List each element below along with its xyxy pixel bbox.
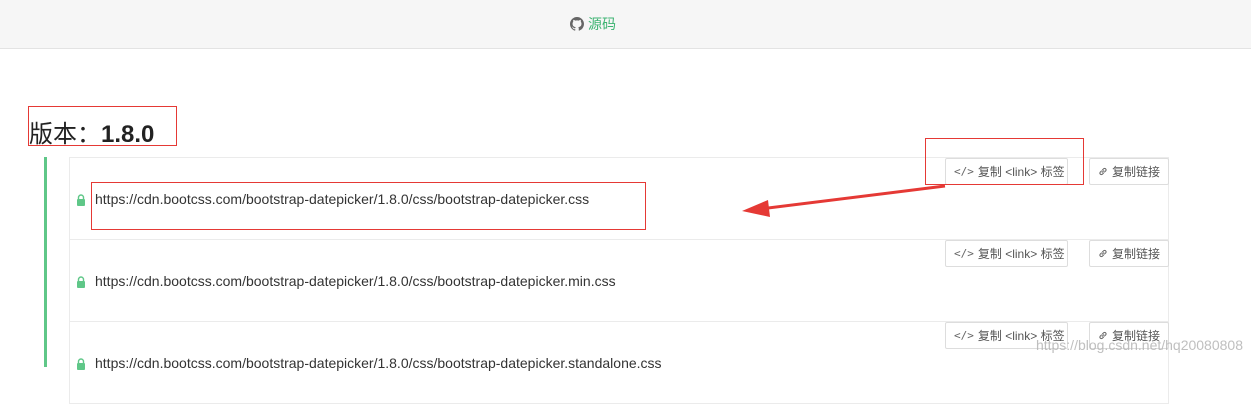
file-list: https://cdn.bootcss.com/bootstrap-datepi…: [69, 157, 1169, 404]
copy-link-tag-button[interactable]: </> 复制 <link> 标签: [945, 158, 1068, 185]
file-row: https://cdn.bootcss.com/bootstrap-datepi…: [69, 239, 1169, 322]
link-icon: [1099, 167, 1107, 176]
code-icon: </>: [954, 165, 974, 178]
watermark: https://blog.csdn.net/hq20080808: [1035, 337, 1243, 353]
top-bar: 源码: [0, 0, 1251, 49]
version-prefix: 版本：: [29, 121, 101, 148]
copy-url-label: 复制链接: [1111, 247, 1160, 261]
file-row: https://cdn.bootcss.com/bootstrap-datepi…: [69, 321, 1169, 404]
timeline-bar: [44, 157, 47, 367]
github-icon: [570, 17, 584, 31]
source-label: 源码: [588, 16, 616, 32]
file-url[interactable]: https://cdn.bootcss.com/bootstrap-datepi…: [95, 355, 662, 371]
lock-icon: [77, 276, 85, 288]
copy-link-tag-button[interactable]: </> 复制 <link> 标签: [945, 240, 1068, 267]
version-heading: 版本：1.8.0: [29, 120, 154, 150]
code-icon: </>: [954, 247, 974, 260]
version-number: 1.8.0: [101, 121, 155, 148]
copy-url-label: 复制链接: [1111, 165, 1160, 179]
link-icon: [1099, 249, 1107, 258]
copy-url-button[interactable]: 复制链接: [1089, 158, 1169, 185]
file-row: https://cdn.bootcss.com/bootstrap-datepi…: [69, 157, 1169, 240]
code-icon: </>: [954, 329, 974, 342]
file-url[interactable]: https://cdn.bootcss.com/bootstrap-datepi…: [95, 191, 589, 207]
lock-icon: [77, 358, 85, 370]
file-url[interactable]: https://cdn.bootcss.com/bootstrap-datepi…: [95, 273, 616, 289]
copy-url-button[interactable]: 复制链接: [1089, 240, 1169, 267]
lock-icon: [77, 194, 85, 206]
copy-link-tag-label: 复制 <link> 标签: [977, 247, 1065, 261]
source-link[interactable]: 源码: [570, 14, 616, 34]
copy-link-tag-label: 复制 <link> 标签: [977, 165, 1065, 179]
